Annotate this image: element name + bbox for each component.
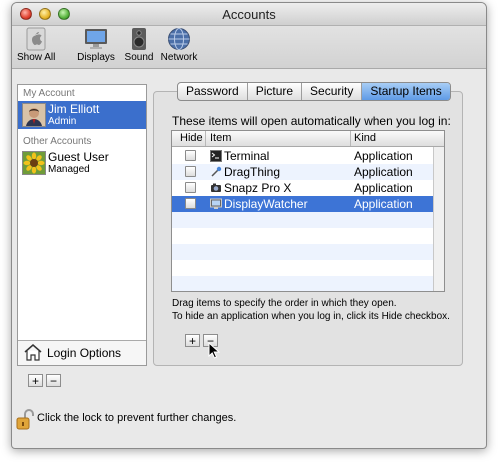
column-header-kind[interactable]: Kind bbox=[354, 132, 376, 144]
account-name: Jim Elliott bbox=[48, 102, 100, 116]
item-kind: Application bbox=[354, 181, 413, 195]
display-icon bbox=[83, 27, 109, 51]
toolbar-label-network: Network bbox=[160, 52, 198, 63]
startup-items-table: Hide Item Kind Terminal Application Drag… bbox=[171, 130, 445, 292]
avatar bbox=[22, 103, 46, 127]
network-button[interactable]: Network bbox=[159, 27, 199, 63]
account-role: Managed bbox=[48, 164, 90, 175]
empty-row bbox=[172, 276, 444, 291]
table-row[interactable]: Snapz Pro X Application bbox=[172, 180, 444, 196]
title-bar[interactable]: Accounts bbox=[12, 3, 486, 26]
add-account-button[interactable]: + bbox=[28, 374, 43, 387]
item-kind: Application bbox=[354, 149, 413, 163]
empty-row bbox=[172, 228, 444, 244]
tab-password[interactable]: Password bbox=[178, 83, 247, 100]
hide-checkbox[interactable] bbox=[185, 198, 196, 209]
account-role: Admin bbox=[48, 116, 77, 127]
item-name: Terminal bbox=[224, 149, 270, 163]
globe-icon bbox=[166, 27, 192, 51]
login-options-item[interactable]: Login Options bbox=[18, 340, 146, 365]
snapz-icon bbox=[210, 182, 222, 194]
remove-account-button[interactable]: − bbox=[46, 374, 61, 387]
hide-checkbox[interactable] bbox=[185, 166, 196, 177]
lock-icon[interactable] bbox=[16, 408, 34, 433]
startup-instruction: These items will open automatically when… bbox=[172, 114, 451, 128]
lock-status-text: Click the lock to prevent further change… bbox=[37, 412, 237, 424]
my-account-header: My Account bbox=[23, 88, 75, 99]
vertical-scrollbar[interactable] bbox=[433, 147, 444, 291]
item-kind: Application bbox=[354, 197, 413, 211]
tab-bar: Password Picture Security Startup Items bbox=[177, 82, 451, 101]
table-row[interactable]: DisplayWatcher Application bbox=[172, 196, 444, 212]
tab-security[interactable]: Security bbox=[301, 83, 361, 100]
item-name: DisplayWatcher bbox=[224, 197, 308, 211]
column-header-item[interactable]: Item bbox=[210, 132, 231, 144]
toolbar: Show All Displays Sound Network bbox=[12, 26, 486, 69]
displaywatcher-icon bbox=[210, 198, 222, 210]
dragthing-icon bbox=[210, 166, 222, 178]
table-header: Hide Item Kind bbox=[172, 131, 444, 147]
show-all-button[interactable]: Show All bbox=[17, 27, 55, 63]
speaker-icon bbox=[126, 27, 152, 51]
help-line-order: Drag items to specify the order in which… bbox=[172, 298, 397, 309]
toolbar-label-displays: Displays bbox=[77, 52, 115, 63]
toolbar-label-show-all: Show All bbox=[17, 52, 56, 63]
account-item-guest-user[interactable]: Guest User Managed bbox=[18, 149, 146, 177]
toolbar-label-sound: Sound bbox=[124, 52, 154, 63]
displays-button[interactable]: Displays bbox=[74, 27, 118, 63]
login-options-label: Login Options bbox=[47, 346, 122, 360]
sound-button[interactable]: Sound bbox=[122, 27, 156, 63]
empty-row bbox=[172, 244, 444, 260]
add-startup-item-button[interactable]: + bbox=[185, 334, 200, 347]
table-row[interactable]: DragThing Application bbox=[172, 164, 444, 180]
accounts-list: My Account Jim Elliott Admin Other Accou… bbox=[17, 84, 147, 366]
help-line-hide: To hide an application when you log in, … bbox=[172, 311, 450, 322]
terminal-icon bbox=[210, 150, 222, 162]
item-name: DragThing bbox=[224, 165, 281, 179]
window-title: Accounts bbox=[222, 7, 276, 22]
empty-row bbox=[172, 260, 444, 276]
house-icon bbox=[24, 344, 42, 364]
apple-icon bbox=[23, 27, 49, 51]
tab-startup-items[interactable]: Startup Items bbox=[361, 83, 450, 100]
account-item-jim-elliott[interactable]: Jim Elliott Admin bbox=[18, 101, 146, 129]
item-kind: Application bbox=[354, 165, 413, 179]
sunflower-avatar-icon bbox=[22, 151, 46, 175]
mouse-pointer-icon bbox=[208, 341, 221, 363]
account-name: Guest User bbox=[48, 150, 109, 164]
hide-checkbox[interactable] bbox=[185, 150, 196, 161]
empty-row bbox=[172, 212, 444, 228]
other-accounts-header: Other Accounts bbox=[23, 136, 92, 147]
startup-help-text: Drag items to specify the order in which… bbox=[172, 297, 450, 323]
table-row[interactable]: Terminal Application bbox=[172, 148, 444, 164]
item-name: Snapz Pro X bbox=[224, 181, 292, 195]
tab-picture[interactable]: Picture bbox=[246, 83, 301, 100]
hide-checkbox[interactable] bbox=[185, 182, 196, 193]
column-header-hide[interactable]: Hide bbox=[180, 132, 203, 144]
